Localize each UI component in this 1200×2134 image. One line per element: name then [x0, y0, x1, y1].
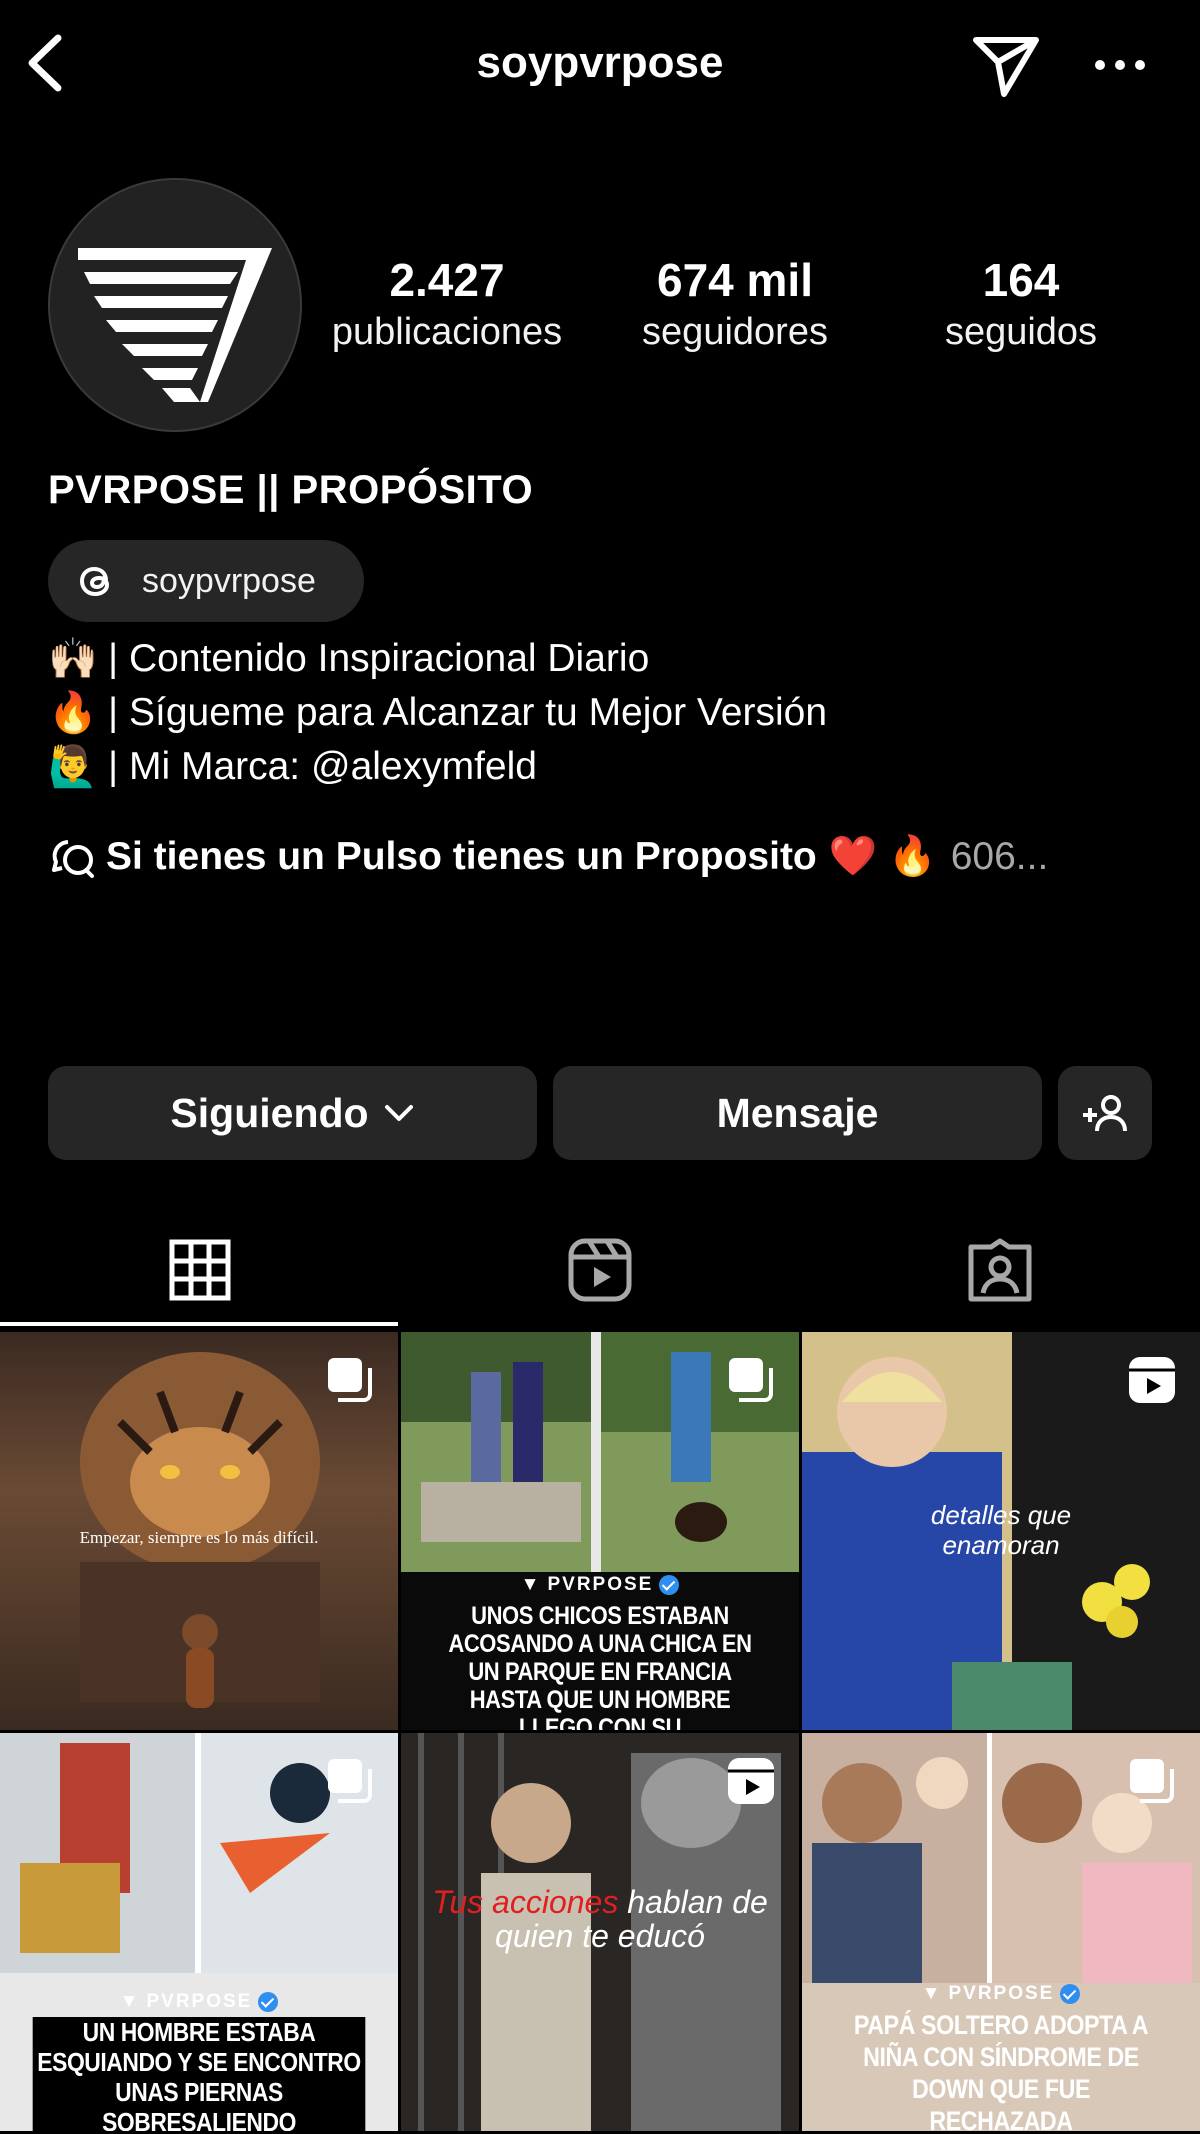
tab-posts-grid[interactable] — [0, 1220, 400, 1320]
broadcast-channel-link[interactable]: Si tienes un Pulso tienes un Proposito ❤… — [48, 830, 1048, 884]
tagged-icon — [968, 1238, 1032, 1302]
top-bar: soypvrpose — [0, 0, 1200, 130]
brand-name: PVRPOSE — [547, 1574, 654, 1595]
post-tile[interactable]: detalles que enamoran — [802, 1332, 1200, 1730]
verified-badge-icon — [659, 1575, 680, 1595]
post-tile[interactable]: ▼ PVRPOSE UNOS CHICOS ESTABAN ACOSANDO A … — [401, 1332, 799, 1730]
stat-following-label: seguidos — [944, 311, 1098, 353]
brand-label: ▼ PVRPOSE — [401, 1574, 799, 1596]
pvrpose-logo — [78, 248, 272, 402]
stat-posts-label: publicaciones — [331, 311, 563, 353]
post-caption-block: ▼ PVRPOSE UNOS CHICOS ESTABAN ACOSANDO A … — [401, 1574, 799, 1730]
brand-label: ▼ PVRPOSE — [802, 1983, 1200, 2005]
tab-reels[interactable] — [400, 1220, 800, 1320]
threads-icon — [79, 566, 110, 597]
message-button-label: Mensaje — [716, 1089, 879, 1136]
tab-tagged[interactable] — [800, 1220, 1200, 1320]
brand-name: PVRPOSE — [948, 1983, 1055, 2004]
bio-line-3: 🙋‍♂️ | Mi Marca: @alexymfeld — [48, 740, 537, 794]
posts-grid-icon — [169, 1239, 231, 1301]
carousel-icon — [328, 1358, 372, 1402]
person-raising-hand-emoji: 🙋‍♂️ — [48, 745, 98, 789]
bio-text-2: | Sígueme para Alcanzar tu Mejor Versión — [108, 691, 828, 734]
bio-line-2: 🔥 | Sígueme para Alcanzar tu Mejor Versi… — [48, 686, 827, 740]
carousel-icon — [328, 1759, 372, 1803]
threads-handle: soypvrpose — [142, 561, 316, 600]
bio-text-1: | Contenido Inspiracional Diario — [108, 637, 650, 680]
stat-followers-value: 674 mil — [657, 254, 813, 306]
post-tile[interactable]: ▼ PVRPOSE UN HOMBRE ESTABA ESQUIANDO Y SE… — [0, 1733, 398, 2131]
reel-icon — [1129, 1357, 1175, 1403]
verified-badge-icon — [258, 1992, 279, 2012]
reel-icon — [728, 1758, 774, 1804]
bio-line-1: 🙌🏻 | Contenido Inspiracional Diario — [48, 632, 649, 686]
post-tile[interactable]: Tus acciones hablan de quien te educó — [401, 1733, 799, 2131]
post-tile[interactable]: Empezar, siempre es lo más difícil. — [0, 1332, 398, 1730]
post-tile[interactable]: ▼ PVRPOSE PAPÁ SOLTERO ADOPTA A NIÑA CON … — [802, 1733, 1200, 2131]
stat-following[interactable]: 164 seguidos — [886, 252, 1156, 356]
post-caption: Tus acciones hablan de quien te educó — [401, 1885, 799, 1953]
post-caption-block: ▼ PVRPOSE UN HOMBRE ESTABA ESQUIANDO Y SE… — [0, 1991, 398, 2131]
following-button[interactable]: Siguiendo — [48, 1066, 537, 1160]
active-tab-indicator — [0, 1322, 398, 1326]
profile-display-name: PVRPOSE || PROPÓSITO — [48, 468, 534, 512]
channel-member-count: 606... — [950, 835, 1049, 878]
post-caption: PAPÁ SOLTERO ADOPTA A NIÑA CON SÍNDROME … — [853, 2010, 1149, 2131]
direct-message-icon[interactable] — [970, 28, 1042, 100]
stat-posts[interactable]: 2.427 publicaciones — [312, 252, 582, 356]
channel-title: Si tienes un Pulso tienes un Proposito — [106, 835, 817, 878]
post-caption: Empezar, siempre es lo más difícil. — [79, 1528, 319, 1547]
following-button-label: Siguiendo — [170, 1089, 369, 1136]
broadcast-channel-icon — [52, 840, 94, 878]
add-person-icon — [1083, 1095, 1127, 1132]
carousel-icon — [729, 1358, 773, 1402]
fire-emoji: 🔥 — [48, 691, 98, 735]
stat-posts-value: 2.427 — [389, 254, 505, 306]
threads-link-chip[interactable]: soypvrpose — [48, 540, 364, 622]
post-caption: UNOS CHICOS ESTABAN ACOSANDO A UNA CHICA… — [448, 1602, 752, 1730]
stat-following-value: 164 — [982, 254, 1060, 306]
stat-followers[interactable]: 674 mil seguidores — [600, 252, 870, 356]
brand-label: ▼ PVRPOSE — [0, 1991, 398, 2013]
reels-icon — [568, 1238, 632, 1302]
raising-hands-emoji: 🙌🏻 — [48, 637, 98, 681]
channel-emojis: ❤️ 🔥 — [828, 835, 937, 878]
post-caption: detalles que enamoran — [930, 1500, 1072, 1560]
verified-badge-icon — [1060, 1984, 1081, 2004]
bio-text-3: | Mi Marca: @alexymfeld — [108, 745, 537, 788]
profile-avatar[interactable] — [48, 178, 302, 432]
post-caption: UN HOMBRE ESTABA ESQUIANDO Y SE ENCONTRO… — [32, 2017, 366, 2131]
brand-name: PVRPOSE — [146, 1991, 253, 2012]
suggested-people-button[interactable] — [1058, 1066, 1152, 1160]
chevron-down-icon — [384, 1105, 413, 1121]
message-button[interactable]: Mensaje — [553, 1066, 1042, 1160]
more-options-icon[interactable] — [1090, 40, 1150, 90]
post-caption-block: ▼ PVRPOSE PAPÁ SOLTERO ADOPTA A NIÑA CON … — [802, 1983, 1200, 2131]
carousel-icon — [1130, 1759, 1174, 1803]
caption-highlight: Tus acciones — [432, 1884, 619, 1920]
stat-followers-label: seguidores — [642, 311, 828, 353]
